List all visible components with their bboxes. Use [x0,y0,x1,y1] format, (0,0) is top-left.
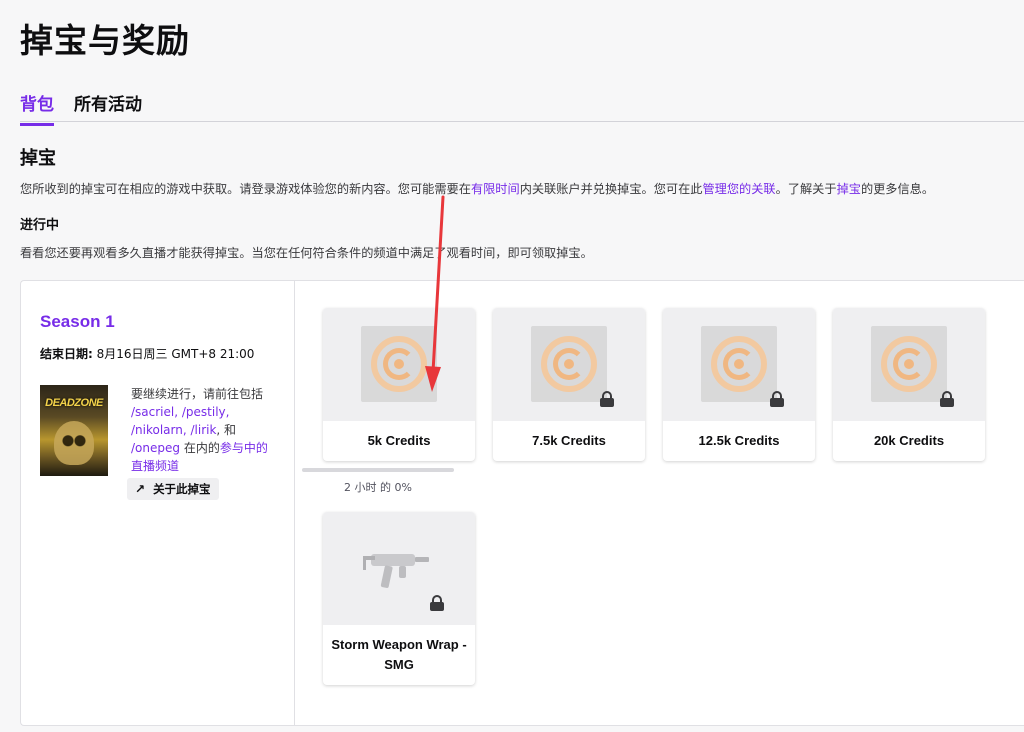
smg-image [363,554,429,588]
reward-label: 20k Credits [873,433,945,448]
tab-divider [20,121,1024,122]
reward-label: 5k Credits [367,433,431,448]
reward-image-area [323,308,475,421]
reward-card-5k[interactable]: 5k Credits [323,308,475,461]
reward-progress-bar [302,468,454,472]
lock-icon [940,391,954,407]
reward-label: 12.5k Credits [698,433,780,448]
credits-image [361,326,437,402]
reward-card-weapon-wrap[interactable]: Storm Weapon Wrap - SMG [323,512,475,685]
campaign-info: Season 1 结束日期: 8月16日周三 GMT+8 21:00 DEADZ… [21,281,295,725]
drops-description: 您所收到的掉宝可在相应的游戏中获取。请登录游戏体验您的新内容。您可能需要在有限时… [20,182,935,196]
about-drop-button[interactable]: ↗ 关于此掉宝 [127,478,219,500]
reward-progress-text: 2 小时 的 0% [344,481,412,494]
reward-card-20k[interactable]: 20k Credits [833,308,985,461]
channel-link-onepeg[interactable]: /onepeg [131,441,180,455]
campaign-end-date: 结束日期: 8月16日周三 GMT+8 21:00 [40,347,255,361]
reward-image-area [323,512,475,625]
in-progress-description: 看看您还要再观看多久直播才能获得掉宝。当您在任何符合条件的频道中满足了观看时间，… [20,246,593,260]
channel-links[interactable]: /sacriel, /pestily, /nikolarn, /lirik [131,405,229,437]
reward-image-area [493,308,645,421]
reward-label: 7.5k Credits [532,433,606,448]
lock-icon [770,391,784,407]
reward-card-12-5k[interactable]: 12.5k Credits [663,308,815,461]
campaign-instructions: 要继续进行，请前往包括 /sacriel, /pestily, /nikolar… [131,387,268,473]
game-logo: DEADZONE [45,397,103,409]
external-arrow-icon: ↗ [135,482,146,496]
reward-label: Storm Weapon Wrap - SMG [331,637,467,672]
reward-card-7-5k[interactable]: 7.5k Credits [493,308,645,461]
game-box-art[interactable]: DEADZONE [40,385,108,476]
drops-section-title: 掉宝 [20,148,56,169]
campaign-panel: Season 1 结束日期: 8月16日周三 GMT+8 21:00 DEADZ… [20,280,1024,726]
limited-time-link[interactable]: 有限时间 [471,182,520,196]
reward-image-area [663,308,815,421]
skull-art [54,421,94,465]
drops-info-link[interactable]: 掉宝 [837,182,861,196]
page-title: 掉宝与奖励 [20,21,190,60]
lock-icon [430,595,444,611]
credits-image [871,326,947,402]
in-progress-title: 进行中 [20,218,60,233]
manage-connections-link[interactable]: 管理您的关联 [703,182,776,196]
campaign-name: Season 1 [40,312,115,331]
credits-image [531,326,607,402]
about-drop-label: 关于此掉宝 [153,482,211,496]
lock-icon [600,391,614,407]
credits-image [701,326,777,402]
reward-image-area [833,308,985,421]
